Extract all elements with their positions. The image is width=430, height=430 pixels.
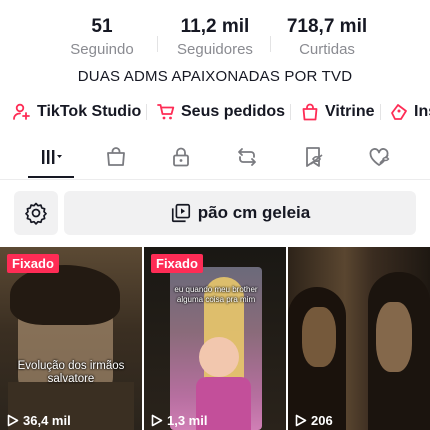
view-count-value: 36,4 mil: [23, 413, 71, 428]
inspiration-icon: [391, 104, 407, 120]
tab-favorites[interactable]: [290, 140, 336, 174]
followers-count: 11,2 mil: [180, 16, 250, 37]
video-thumbnail[interactable]: Fixado eu quando meu brother alguma cois…: [144, 247, 286, 430]
cart-icon: [157, 104, 175, 120]
video-caption: eu quando meu brother alguma coisa pra m…: [174, 285, 258, 304]
showcase-link[interactable]: Vitrine: [300, 98, 375, 126]
video-thumbnail[interactable]: 206: [288, 247, 430, 430]
shopping-bag-icon: [107, 147, 125, 166]
play-icon: [7, 414, 19, 427]
video-grid: Fixado Evolução dos irmãos salvatore 36,…: [0, 247, 430, 430]
grid-menu-icon: [42, 150, 62, 164]
gear-icon: [25, 202, 47, 225]
view-count-value: 1,3 mil: [167, 413, 208, 428]
playlist-icon: [171, 203, 190, 223]
following-stat[interactable]: 51 Seguindo: [47, 14, 157, 59]
showcase-label: Vitrine: [325, 103, 375, 120]
view-count: 206: [295, 413, 333, 428]
repost-icon: [238, 148, 256, 166]
profile-tabs: [0, 140, 430, 180]
pinned-badge: Fixado: [151, 254, 203, 273]
tab-shop[interactable]: [93, 140, 139, 174]
following-label: Seguindo: [70, 41, 134, 58]
link-divider: [290, 104, 291, 120]
tab-private[interactable]: [158, 140, 204, 174]
thumbnail-face-left: [302, 307, 336, 367]
view-count: 1,3 mil: [151, 413, 207, 428]
play-icon: [151, 414, 163, 427]
quick-links: TikTok Studio Seus pedidos Vitrine Ins: [0, 98, 430, 126]
inspiration-link[interactable]: Ins: [389, 98, 430, 126]
active-tab-indicator: [28, 176, 74, 178]
stat-divider: [270, 36, 271, 52]
likes-count: 718,7 mil: [286, 16, 368, 37]
link-divider: [146, 104, 147, 120]
liked-heart-icon: [369, 148, 390, 166]
tiktok-studio-label: TikTok Studio: [37, 103, 142, 120]
inspiration-label: Ins: [414, 103, 430, 120]
thumbnail-face: [199, 337, 239, 377]
thumbnail-face-right: [376, 302, 412, 372]
collection-label: pão cm geleia: [197, 203, 311, 222]
shopping-bag-icon: [302, 103, 318, 121]
play-icon: [295, 414, 307, 427]
settings-button[interactable]: [14, 191, 58, 235]
tiktok-studio-link[interactable]: TikTok Studio: [12, 98, 141, 126]
orders-link[interactable]: Seus pedidos: [156, 98, 285, 126]
tab-reposts[interactable]: [224, 140, 270, 174]
tab-liked[interactable]: [356, 140, 402, 174]
tab-videos[interactable]: [28, 140, 74, 174]
link-divider: [380, 104, 381, 120]
followers-stat[interactable]: 11,2 mil Seguidores: [160, 14, 270, 59]
likes-label: Curtidas: [299, 41, 355, 58]
following-count: 51: [91, 16, 113, 37]
profile-stats: 51 Seguindo 11,2 mil Seguidores 718,7 mi…: [0, 14, 430, 64]
orders-label: Seus pedidos: [181, 103, 286, 120]
video-caption: Evolução dos irmãos salvatore: [17, 360, 125, 385]
followers-label: Seguidores: [177, 41, 253, 58]
collection-button[interactable]: pão cm geleia: [64, 191, 416, 235]
view-count-value: 206: [311, 413, 333, 428]
thumbnail-hair: [10, 265, 120, 325]
stat-divider: [157, 36, 158, 52]
view-count: 36,4 mil: [7, 413, 71, 428]
profile-bio: DUAS ADMS APAIXONADAS POR TVD: [77, 68, 353, 85]
video-thumbnail[interactable]: Fixado Evolução dos irmãos salvatore 36,…: [0, 247, 142, 430]
user-plus-icon: [13, 103, 30, 120]
lock-icon: [173, 147, 189, 167]
collection-row: pão cm geleia: [14, 191, 416, 235]
likes-stat[interactable]: 718,7 mil Curtidas: [272, 14, 382, 59]
pinned-badge: Fixado: [7, 254, 59, 273]
bookmark-eye-icon: [306, 147, 323, 167]
